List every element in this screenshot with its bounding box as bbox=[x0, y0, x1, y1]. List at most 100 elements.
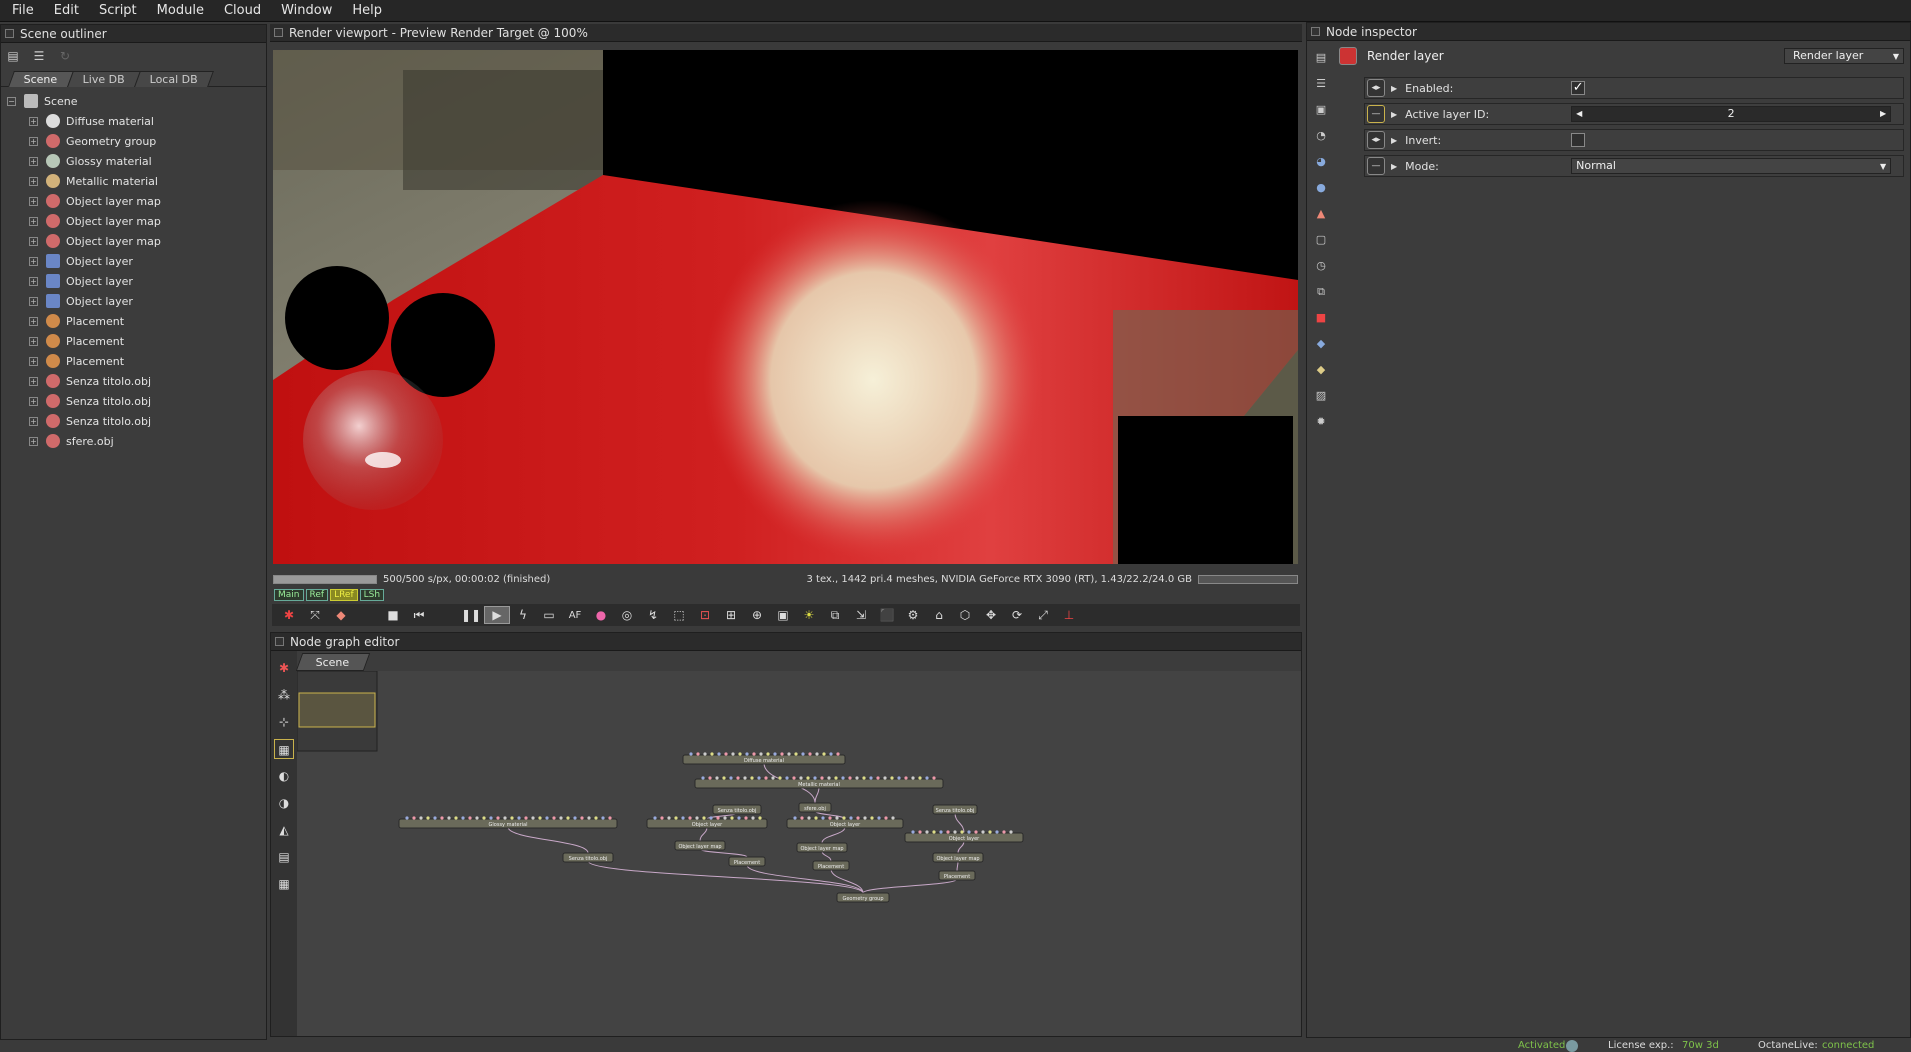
pin-icon[interactable]: ◂▸ bbox=[1367, 131, 1385, 149]
node-input-pin[interactable] bbox=[503, 816, 507, 820]
expand-triangle-icon[interactable]: ▶ bbox=[1391, 162, 1397, 171]
node-input-pin[interactable] bbox=[988, 830, 992, 834]
node-input-pin[interactable] bbox=[703, 752, 707, 756]
tree-item[interactable]: + Object layer bbox=[1, 251, 266, 271]
node-input-pin[interactable] bbox=[461, 816, 465, 820]
node-input-pin[interactable] bbox=[601, 816, 605, 820]
tree-item[interactable]: + Placement bbox=[1, 311, 266, 331]
node-input-pin[interactable] bbox=[939, 830, 943, 834]
node-input-pin[interactable] bbox=[723, 816, 727, 820]
node-input-pin[interactable] bbox=[911, 830, 915, 834]
node-input-pin[interactable] bbox=[836, 752, 840, 756]
focus-icon[interactable]: ◎ bbox=[614, 606, 640, 624]
node-input-pin[interactable] bbox=[552, 816, 556, 820]
frame-icon[interactable]: ▣ bbox=[770, 606, 796, 624]
expand-icon[interactable]: + bbox=[29, 136, 38, 146]
camera-icon[interactable]: ◔ bbox=[1312, 127, 1330, 145]
tree-item[interactable]: + Senza titolo.obj bbox=[1, 411, 266, 431]
tree-item[interactable]: + Geometry group bbox=[1, 131, 266, 151]
node-input-pin[interactable] bbox=[780, 752, 784, 756]
lock-icon[interactable]: ⌂ bbox=[926, 606, 952, 624]
node-input-pin[interactable] bbox=[744, 816, 748, 820]
sun-dir-icon[interactable]: ☀ bbox=[796, 606, 822, 624]
node-input-pin[interactable] bbox=[814, 816, 818, 820]
node-input-pin[interactable] bbox=[743, 776, 747, 780]
material-picker-icon[interactable]: ↯ bbox=[640, 606, 666, 624]
node-input-pin[interactable] bbox=[801, 752, 805, 756]
aov-icon[interactable]: ◆ bbox=[1312, 335, 1330, 353]
node-input-pin[interactable] bbox=[730, 816, 734, 820]
node-input-pin[interactable] bbox=[573, 816, 577, 820]
node-input-pin[interactable] bbox=[785, 776, 789, 780]
node-input-pin[interactable] bbox=[545, 816, 549, 820]
node-input-pin[interactable] bbox=[538, 816, 542, 820]
enabled-checkbox[interactable]: ✓ bbox=[1571, 81, 1586, 95]
expand-icon[interactable]: + bbox=[29, 256, 38, 266]
node-input-pin[interactable] bbox=[750, 776, 754, 780]
node-input-pin[interactable] bbox=[1002, 830, 1006, 834]
node-input-pin[interactable] bbox=[751, 816, 755, 820]
node-input-pin[interactable] bbox=[702, 816, 706, 820]
node-input-pin[interactable] bbox=[653, 816, 657, 820]
node-input-pin[interactable] bbox=[426, 816, 430, 820]
pass-button-main[interactable]: Main bbox=[274, 589, 304, 601]
node-input-pin[interactable] bbox=[771, 776, 775, 780]
node-input-pin[interactable] bbox=[967, 830, 971, 834]
node-input-pin[interactable] bbox=[715, 776, 719, 780]
mode-dropdown[interactable]: Normal ▼ bbox=[1571, 158, 1892, 174]
node-input-pin[interactable] bbox=[925, 830, 929, 834]
af-icon[interactable]: AF bbox=[562, 606, 588, 624]
graph-node[interactable]: Senza titolo.obj bbox=[932, 804, 978, 815]
node-input-pin[interactable] bbox=[405, 816, 409, 820]
node-input-pin[interactable] bbox=[594, 816, 598, 820]
graph-node[interactable]: Object layer map bbox=[796, 842, 848, 853]
node-input-pin[interactable] bbox=[827, 776, 831, 780]
node-input-pin[interactable] bbox=[695, 816, 699, 820]
node-input-pin[interactable] bbox=[792, 776, 796, 780]
node-input-pin[interactable] bbox=[440, 816, 444, 820]
texture-node-icon[interactable]: ◭ bbox=[274, 820, 294, 840]
node-input-pin[interactable] bbox=[821, 816, 825, 820]
node-input-pin[interactable] bbox=[953, 830, 957, 834]
node-input-pin[interactable] bbox=[468, 816, 472, 820]
expand-triangle-icon[interactable]: ▶ bbox=[1391, 136, 1397, 145]
restart-icon[interactable]: ⏮ bbox=[406, 606, 432, 624]
panel-handle-icon[interactable] bbox=[274, 28, 283, 37]
node-input-pin[interactable] bbox=[587, 816, 591, 820]
node-input-pin[interactable] bbox=[475, 816, 479, 820]
node-input-pin[interactable] bbox=[709, 816, 713, 820]
node-input-pin[interactable] bbox=[758, 816, 762, 820]
node-input-pin[interactable] bbox=[787, 752, 791, 756]
node-input-pin[interactable] bbox=[757, 776, 761, 780]
move-icon[interactable]: ✥ bbox=[978, 606, 1004, 624]
tree-item[interactable]: + Placement bbox=[1, 351, 266, 371]
node-input-pin[interactable] bbox=[891, 816, 895, 820]
node-input-pin[interactable] bbox=[925, 776, 929, 780]
region-icon[interactable]: ⊞ bbox=[718, 606, 744, 624]
picture-icon[interactable]: ▨ bbox=[1312, 387, 1330, 405]
expand-icon[interactable]: + bbox=[29, 436, 38, 446]
pass-button-lsh[interactable]: LSh bbox=[359, 589, 385, 601]
tree-item[interactable]: + Metallic material bbox=[1, 171, 266, 191]
camera-target-icon[interactable]: ⊡ bbox=[692, 606, 718, 624]
node-input-pin[interactable] bbox=[995, 830, 999, 834]
minimap-viewport[interactable] bbox=[298, 692, 376, 728]
node-input-pin[interactable] bbox=[778, 776, 782, 780]
node-input-pin[interactable] bbox=[510, 816, 514, 820]
node-input-pin[interactable] bbox=[689, 752, 693, 756]
reset-graph-icon[interactable]: ✱ bbox=[274, 658, 294, 678]
tree-item[interactable]: + sfere.obj bbox=[1, 431, 266, 451]
expand-triangle-icon[interactable]: ▶ bbox=[1391, 84, 1397, 93]
node-input-pin[interactable] bbox=[897, 776, 901, 780]
grid-node-icon[interactable]: ▦ bbox=[274, 874, 294, 894]
node-input-pin[interactable] bbox=[813, 776, 817, 780]
node-input-pin[interactable] bbox=[736, 776, 740, 780]
node-input-pin[interactable] bbox=[829, 752, 833, 756]
node-input-pin[interactable] bbox=[849, 816, 853, 820]
graph-node[interactable]: Object layer map bbox=[674, 840, 726, 851]
node-input-pin[interactable] bbox=[482, 816, 486, 820]
node-input-pin[interactable] bbox=[932, 776, 936, 780]
menu-module[interactable]: Module bbox=[151, 3, 218, 18]
node-input-pin[interactable] bbox=[674, 816, 678, 820]
node-input-pin[interactable] bbox=[701, 776, 705, 780]
